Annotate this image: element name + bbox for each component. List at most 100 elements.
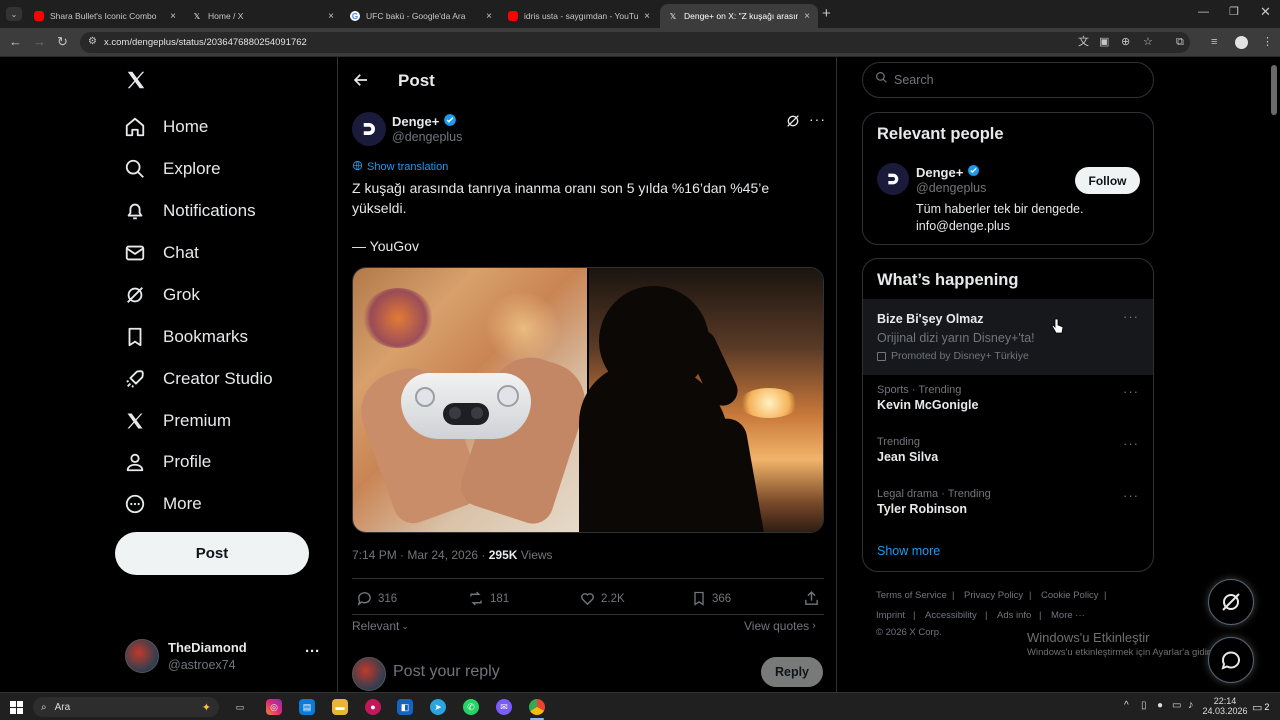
account-switcher[interactable]: TheDiamond @astroex74 ···: [123, 637, 323, 677]
url-field[interactable]: ⚙ x.com/dengeplus/status/203647688025409…: [80, 32, 1190, 53]
taskbar-search[interactable]: ⌕ Ara ✦: [33, 697, 219, 717]
back-arrow-icon[interactable]: [352, 71, 370, 94]
promoted-trend[interactable]: Bize Bi'şey Olmaz Orijinal dizi yarın Di…: [863, 299, 1153, 375]
tray-volume-icon[interactable]: ♪: [1188, 699, 1194, 711]
new-tab-button[interactable]: +: [822, 5, 831, 22]
minimize-icon[interactable]: —: [1198, 6, 1209, 18]
footer-accessibility-link[interactable]: Accessibility: [925, 610, 977, 621]
reply-sort-dropdown[interactable]: Relevant ⌄: [352, 619, 409, 633]
show-more-link[interactable]: Show more: [877, 544, 940, 558]
extensions-icon[interactable]: ⧉: [1176, 35, 1184, 49]
telegram-icon[interactable]: ➤: [430, 699, 446, 715]
instagram-icon[interactable]: ◎: [266, 699, 282, 715]
post-more-icon[interactable]: ···: [809, 111, 826, 127]
store-icon[interactable]: ▤: [299, 699, 315, 715]
nav-item-chat[interactable]: Chat: [123, 233, 199, 273]
post-media[interactable]: [352, 267, 824, 533]
star-icon[interactable]: ☆: [1143, 35, 1153, 49]
media-icon[interactable]: ≡: [1211, 35, 1217, 49]
chrome-icon[interactable]: [529, 699, 545, 715]
notification-icon[interactable]: ▭ 2: [1252, 699, 1272, 715]
nav-item-profile[interactable]: Profile: [123, 442, 211, 482]
reply-action[interactable]: 316: [356, 590, 397, 607]
windows-start-icon[interactable]: [8, 699, 24, 715]
post-button[interactable]: Post: [115, 532, 309, 575]
zoom-icon[interactable]: ⊕: [1121, 35, 1130, 49]
footer-privacy-link[interactable]: Privacy Policy: [964, 590, 1023, 601]
author-avatar[interactable]: [352, 112, 386, 146]
person-name[interactable]: Denge+: [916, 164, 980, 180]
media-player-icon[interactable]: ●: [365, 699, 381, 715]
nav-item-more[interactable]: More: [123, 484, 202, 524]
reply-input[interactable]: Post your reply: [393, 663, 693, 681]
forward-arrow-icon[interactable]: →: [33, 35, 46, 49]
close-icon[interactable]: ×: [328, 11, 334, 22]
follow-button[interactable]: Follow: [1075, 167, 1140, 194]
browser-tab-youtube-2[interactable]: idris usta - saygımdan - YouTube ×: [500, 4, 658, 28]
share-icon[interactable]: [803, 590, 825, 607]
gamepad-photo[interactable]: [353, 268, 596, 532]
like-action[interactable]: 2.2K: [579, 590, 625, 607]
trend-more-icon[interactable]: ···: [1123, 384, 1139, 399]
person-avatar[interactable]: [877, 163, 909, 195]
task-view-icon[interactable]: ▭: [232, 699, 248, 715]
back-arrow-icon[interactable]: ←: [9, 35, 22, 49]
grok-floating-button[interactable]: [1208, 579, 1254, 625]
show-translation-link[interactable]: Show translation: [352, 160, 448, 174]
tray-battery-icon[interactable]: ▯: [1141, 700, 1147, 711]
close-icon[interactable]: ×: [644, 11, 650, 22]
x-logo-icon[interactable]: [125, 69, 149, 93]
messages-floating-button[interactable]: [1208, 637, 1254, 683]
close-icon[interactable]: ×: [486, 11, 492, 22]
close-icon[interactable]: ×: [170, 11, 176, 22]
trend-item[interactable]: Legal drama · Trending Tyler Robinson ··…: [863, 488, 1153, 516]
person-handle[interactable]: @dengeplus: [916, 181, 986, 195]
translate-icon[interactable]: 文: [1078, 35, 1089, 49]
file-explorer-icon[interactable]: ▬: [332, 699, 348, 715]
nav-item-bookmarks[interactable]: Bookmarks: [123, 317, 248, 357]
search-field[interactable]: Search: [862, 62, 1154, 98]
browser-tab-home-x[interactable]: 𝕏 Home / X ×: [184, 4, 342, 28]
nav-item-grok[interactable]: Grok: [123, 275, 200, 315]
app-icon[interactable]: ◧: [397, 699, 413, 715]
nav-item-home[interactable]: Home: [123, 107, 208, 147]
footer-ads-link[interactable]: Ads info: [997, 610, 1031, 621]
trend-more-icon[interactable]: ···: [1123, 488, 1139, 503]
repost-action[interactable]: 181: [467, 590, 509, 607]
close-icon[interactable]: ×: [804, 11, 810, 22]
trend-item[interactable]: Sports · Trending Kevin McGonigle ···: [863, 384, 1153, 412]
site-info-icon[interactable]: ⚙: [88, 36, 97, 47]
trend-more-icon[interactable]: ···: [1123, 436, 1139, 451]
tray-network-icon[interactable]: ▭: [1172, 700, 1181, 711]
browser-menu-icon[interactable]: ⋮: [1262, 35, 1273, 49]
window-close-icon[interactable]: ✕: [1260, 4, 1271, 20]
profile-avatar-icon[interactable]: [1235, 36, 1248, 49]
trend-more-icon[interactable]: ···: [1123, 309, 1139, 324]
footer-more-link[interactable]: More ···: [1051, 610, 1085, 621]
messenger-icon[interactable]: ✉: [496, 699, 512, 715]
browser-tab-youtube-1[interactable]: Shara Bullet's Iconic Combo ×: [26, 4, 184, 28]
bookmark-action[interactable]: 366: [691, 590, 731, 607]
cast-icon[interactable]: ▣: [1099, 35, 1109, 49]
nav-item-notifications[interactable]: Notifications: [123, 191, 256, 231]
reload-icon[interactable]: ↻: [57, 35, 68, 49]
tab-search-button[interactable]: ⌄: [6, 7, 22, 21]
praying-silhouette-photo[interactable]: [579, 268, 823, 532]
footer-cookie-link[interactable]: Cookie Policy: [1041, 590, 1099, 601]
account-more-icon[interactable]: ···: [305, 643, 320, 660]
restore-icon[interactable]: ❐: [1229, 5, 1239, 18]
view-quotes-link[interactable]: View quotes ›: [744, 619, 816, 633]
whatsapp-icon[interactable]: ✆: [463, 699, 479, 715]
nav-item-explore[interactable]: Explore: [123, 149, 221, 189]
tray-mic-icon[interactable]: ●: [1157, 700, 1163, 711]
author-name[interactable]: Denge+: [392, 113, 457, 130]
nav-item-creator-studio[interactable]: Creator Studio: [123, 359, 273, 399]
page-scrollbar[interactable]: [1271, 65, 1277, 115]
grok-explain-icon[interactable]: [785, 113, 801, 134]
author-handle[interactable]: @dengeplus: [392, 130, 462, 144]
footer-terms-link[interactable]: Terms of Service: [876, 590, 947, 601]
reply-button[interactable]: Reply: [761, 657, 823, 687]
browser-tab-google[interactable]: G UFC bakü - Google'da Ara ×: [342, 4, 500, 28]
browser-tab-denge-post[interactable]: 𝕏 Denge+ on X: "Z kuşağı arasında ×: [660, 4, 818, 28]
timestamp-text[interactable]: 7:14 PM · Mar 24, 2026 ·: [352, 548, 489, 562]
